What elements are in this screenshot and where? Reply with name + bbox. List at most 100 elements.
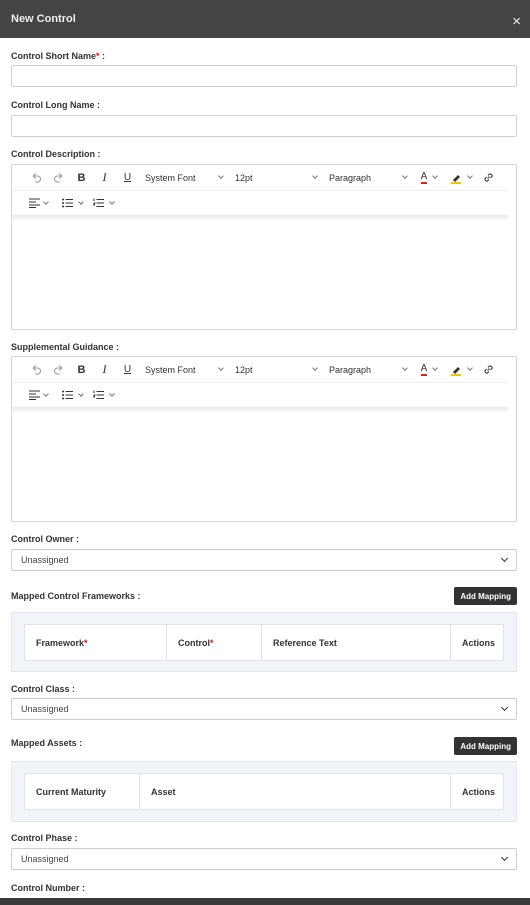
block-format-value: Paragraph (329, 364, 372, 375)
required-marker: * (210, 637, 214, 648)
redo-icon[interactable] (47, 168, 70, 188)
align-button[interactable] (24, 390, 52, 400)
highlighter-icon (451, 366, 461, 376)
column-header-control[interactable]: Control * (167, 625, 262, 660)
assets-table-wrapper: Current Maturity Asset Actions (11, 761, 517, 822)
font-size-select[interactable]: 12pt (231, 168, 321, 188)
description-editor-content[interactable] (12, 221, 516, 330)
align-left-icon (28, 198, 40, 208)
chevron-down-icon (218, 173, 224, 179)
font-family-select[interactable]: System Font (141, 360, 227, 380)
column-header-framework[interactable]: Framework * (25, 625, 167, 660)
description-label: Control Description : (11, 149, 101, 159)
numbered-list-icon (92, 198, 104, 207)
font-family-value: System Font (145, 172, 196, 183)
class-label: Control Class : (11, 684, 76, 694)
font-size-select[interactable]: 12pt (231, 360, 321, 380)
column-header-reference-text[interactable]: Reference Text (262, 625, 451, 660)
italic-button[interactable]: I (93, 168, 116, 188)
owner-label: Control Owner : (11, 534, 79, 544)
highlighter-icon (451, 174, 461, 184)
redo-icon[interactable] (47, 360, 70, 380)
short-name-label-text: Control Short Name (11, 51, 97, 61)
underline-button[interactable]: U (116, 168, 139, 188)
column-header-actions: Actions (462, 637, 496, 648)
page-background-strip (0, 898, 530, 905)
bold-button[interactable]: B (70, 360, 93, 380)
chevron-down-icon (500, 554, 509, 563)
undo-icon[interactable] (24, 360, 47, 380)
block-format-select[interactable]: Paragraph (325, 168, 411, 188)
supplemental-editor-content[interactable] (12, 413, 516, 522)
editor-toolbar-row-2 (12, 382, 508, 407)
bullet-list-button[interactable] (56, 390, 88, 400)
font-size-value: 12pt (235, 172, 253, 183)
modal-title: New Control (11, 13, 76, 25)
chevron-down-icon (402, 173, 408, 179)
chevron-down-icon (467, 173, 473, 179)
column-header-asset[interactable]: Asset (140, 774, 451, 809)
column-header-label: Framework (36, 637, 85, 648)
chevron-down-icon (312, 365, 318, 371)
chevron-down-icon (77, 390, 84, 397)
bold-button[interactable]: B (70, 168, 93, 188)
font-size-value: 12pt (235, 364, 253, 375)
column-header-label: Control (178, 637, 210, 648)
chevron-down-icon (467, 365, 473, 371)
short-name-input[interactable] (11, 65, 517, 87)
numbered-list-button[interactable] (88, 198, 118, 208)
phase-value: Unassigned (21, 854, 69, 864)
highlight-color-button[interactable] (445, 364, 477, 376)
block-format-value: Paragraph (329, 172, 372, 183)
align-button[interactable] (24, 198, 52, 208)
chevron-down-icon (432, 365, 439, 371)
font-family-select[interactable]: System Font (141, 168, 227, 188)
undo-icon[interactable] (24, 168, 47, 188)
text-color-button[interactable]: A (413, 171, 445, 184)
description-editor: B I U System Font 12pt Paragraph A (11, 164, 517, 330)
chevron-down-icon (500, 853, 509, 862)
add-framework-mapping-button[interactable]: Add Mapping (454, 587, 517, 605)
chevron-down-icon (108, 198, 115, 205)
chevron-down-icon (402, 365, 408, 371)
link-icon[interactable] (477, 168, 500, 188)
class-value: Unassigned (21, 704, 69, 714)
text-color-button[interactable]: A (413, 362, 445, 376)
editor-toolbar-row-1: B I U System Font 12pt Paragraph A (12, 165, 516, 190)
chevron-down-icon (312, 173, 318, 179)
assets-label: Mapped Assets : (11, 738, 83, 748)
chevron-down-icon (432, 173, 439, 179)
chevron-down-icon (77, 198, 84, 205)
numbered-list-icon (92, 390, 104, 399)
column-header-actions: Actions (462, 786, 496, 797)
block-format-select[interactable]: Paragraph (325, 360, 411, 380)
phase-label: Control Phase : (11, 833, 78, 843)
column-header-current-maturity[interactable]: Current Maturity (25, 774, 140, 809)
frameworks-table: Framework * Control * Reference Text Actio… (24, 624, 504, 661)
class-select[interactable]: Unassigned (11, 698, 517, 720)
editor-toolbar-row-1: B I U System Font 12pt Paragraph A (12, 357, 516, 382)
frameworks-label: Mapped Control Frameworks : (11, 591, 141, 601)
short-name-label: Control Short Name* : (11, 51, 105, 61)
close-icon[interactable]: × (512, 14, 521, 29)
supplemental-editor: B I U System Font 12pt Paragraph A (11, 356, 517, 522)
highlight-color-button[interactable] (445, 172, 477, 184)
owner-select[interactable]: Unassigned (11, 549, 517, 571)
assets-table: Current Maturity Asset Actions (24, 773, 504, 810)
italic-button[interactable]: I (93, 360, 116, 380)
phase-select[interactable]: Unassigned (11, 848, 517, 870)
number-label: Control Number : (11, 883, 85, 893)
long-name-label: Control Long Name : (11, 100, 100, 110)
link-icon[interactable] (477, 360, 500, 380)
add-asset-mapping-button[interactable]: Add Mapping (454, 737, 517, 755)
numbered-list-button[interactable] (88, 390, 118, 400)
chevron-down-icon (500, 703, 509, 712)
text-color-icon: A (420, 362, 428, 376)
bullet-list-button[interactable] (56, 198, 88, 208)
long-name-input[interactable] (11, 115, 517, 137)
new-control-modal: New Control × Control Short Name* : Cont… (0, 0, 530, 898)
chevron-down-icon (108, 390, 115, 397)
underline-button[interactable]: U (116, 360, 139, 380)
chevron-down-icon (42, 390, 49, 397)
frameworks-table-wrapper: Framework * Control * Reference Text Actio… (11, 612, 517, 672)
